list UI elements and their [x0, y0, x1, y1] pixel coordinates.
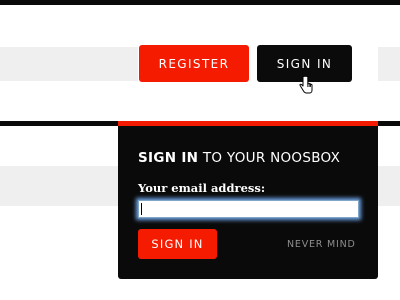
background-stripe — [378, 47, 400, 81]
background-stripe — [378, 166, 400, 206]
email-label: Your email address: — [138, 181, 266, 195]
background-stripe — [0, 166, 118, 206]
panel-title: SIGN IN TO YOUR NOOSBOX — [138, 150, 340, 166]
hand-pointer-icon — [299, 76, 313, 94]
sign-in-button-label: SIGN IN — [276, 56, 333, 71]
background-stripe — [0, 47, 138, 81]
panel-sign-in-button[interactable]: SIGN IN — [138, 229, 217, 259]
register-button[interactable]: REGISTER — [139, 45, 249, 82]
never-mind-link[interactable]: NEVER MIND — [287, 239, 356, 250]
panel-title-rest: TO YOUR NOOSBOX — [198, 150, 341, 166]
panel-title-bold: SIGN IN — [138, 150, 199, 166]
register-button-label: REGISTER — [158, 56, 230, 71]
sign-in-dropdown-panel: SIGN IN TO YOUR NOOSBOX Your email addre… — [118, 121, 378, 279]
email-input[interactable] — [138, 200, 359, 218]
top-border — [0, 0, 400, 5]
text-caret — [141, 203, 142, 215]
panel-sign-in-button-label: SIGN IN — [151, 237, 204, 251]
